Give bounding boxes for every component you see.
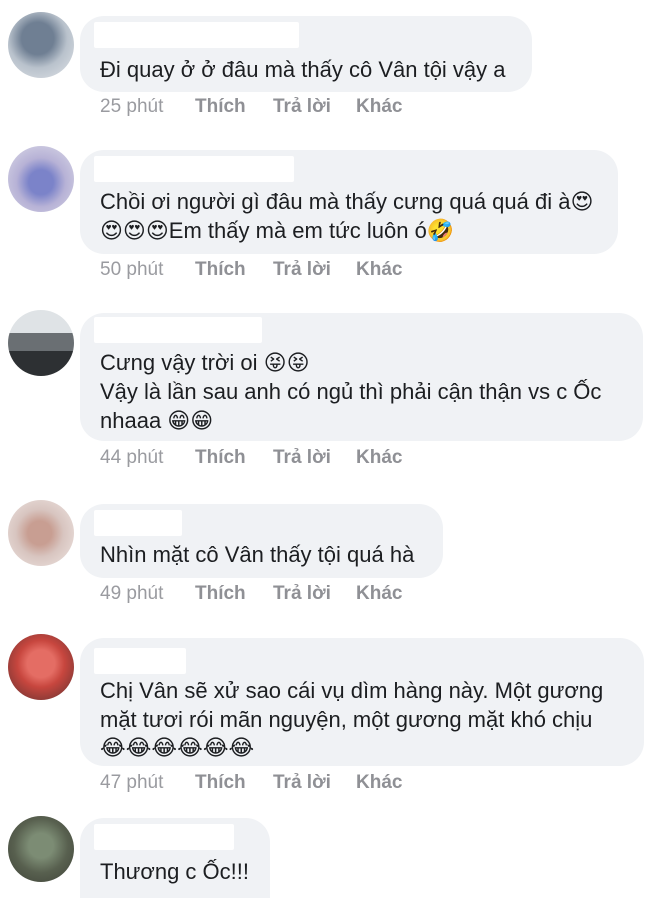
comment-time: 47 phút — [100, 772, 164, 793]
author-name-redacted[interactable] — [94, 824, 234, 850]
reply-button[interactable]: Trả lời — [273, 259, 331, 281]
comment-text-line: 😂😂😂😂😂😂 — [100, 735, 255, 760]
author-name-redacted[interactable] — [94, 156, 294, 182]
comment-text-line: Chồi ơi người gì đâu mà thấy cưng quá qu… — [100, 189, 594, 214]
more-button[interactable]: Khác — [356, 447, 402, 469]
comment-text-line: Nhìn mặt cô Vân thấy tội quá hà — [100, 542, 415, 567]
like-button[interactable]: Thích — [195, 583, 246, 605]
comment-bubble: Đi quay ở ở đâu mà thấy cô Vân tội vậy a — [80, 16, 532, 92]
comment-text-line: Đi quay ở ở đâu mà thấy cô Vân tội vậy a — [100, 57, 506, 82]
reply-button[interactable]: Trả lời — [273, 447, 331, 469]
like-button[interactable]: Thích — [195, 259, 246, 281]
author-name-redacted[interactable] — [94, 22, 299, 48]
like-button[interactable]: Thích — [195, 447, 246, 469]
reply-button[interactable]: Trả lời — [273, 583, 331, 605]
comment-time: 25 phút — [100, 96, 164, 117]
more-button[interactable]: Khác — [356, 259, 402, 281]
like-button[interactable]: Thích — [195, 772, 246, 794]
more-button[interactable]: Khác — [356, 772, 402, 794]
author-name-redacted[interactable] — [94, 648, 186, 674]
comment-bubble: Nhìn mặt cô Vân thấy tội quá hà — [80, 504, 443, 578]
comment-time: 49 phút — [100, 583, 164, 604]
comment-time: 44 phút — [100, 447, 164, 468]
comment-bubble: Thương c Ốc!!! — [80, 818, 270, 898]
more-button[interactable]: Khác — [356, 96, 402, 118]
avatar[interactable] — [8, 816, 74, 882]
comment-text-line: Thương c Ốc!!! — [100, 859, 249, 884]
avatar[interactable] — [8, 12, 74, 78]
comment-text-line: 😍😍😍Em thấy mà em tức luôn ó🤣 — [100, 218, 455, 243]
avatar[interactable] — [8, 634, 74, 700]
reply-button[interactable]: Trả lời — [273, 772, 331, 794]
like-button[interactable]: Thích — [195, 96, 246, 118]
comment-bubble: Chị Vân sẽ xử sao cái vụ dìm hàng này. M… — [80, 638, 644, 766]
comment-text-line: Chị Vân sẽ xử sao cái vụ dìm hàng này. M… — [100, 678, 604, 703]
comment-time: 50 phút — [100, 259, 164, 280]
reply-button[interactable]: Trả lời — [273, 96, 331, 118]
more-button[interactable]: Khác — [356, 583, 402, 605]
comment-text-line: Vậy là lần sau anh có ngủ thì phải cận t… — [100, 379, 602, 404]
comment-text-line: Cưng vậy trời oi 😝😝 — [100, 350, 310, 375]
comment-text-line: mặt tươi rói mãn nguyện, một gương mặt k… — [100, 707, 593, 732]
avatar[interactable] — [8, 500, 74, 566]
avatar[interactable] — [8, 310, 74, 376]
comment-bubble: Cưng vậy trời oi 😝😝 Vậy là lần sau anh c… — [80, 313, 643, 441]
avatar[interactable] — [8, 146, 74, 212]
author-name-redacted[interactable] — [94, 317, 262, 343]
author-name-redacted[interactable] — [94, 510, 182, 536]
comment-bubble: Chồi ơi người gì đâu mà thấy cưng quá qu… — [80, 150, 618, 254]
comment-text-line: nhaaa 😁😁 — [100, 408, 214, 433]
